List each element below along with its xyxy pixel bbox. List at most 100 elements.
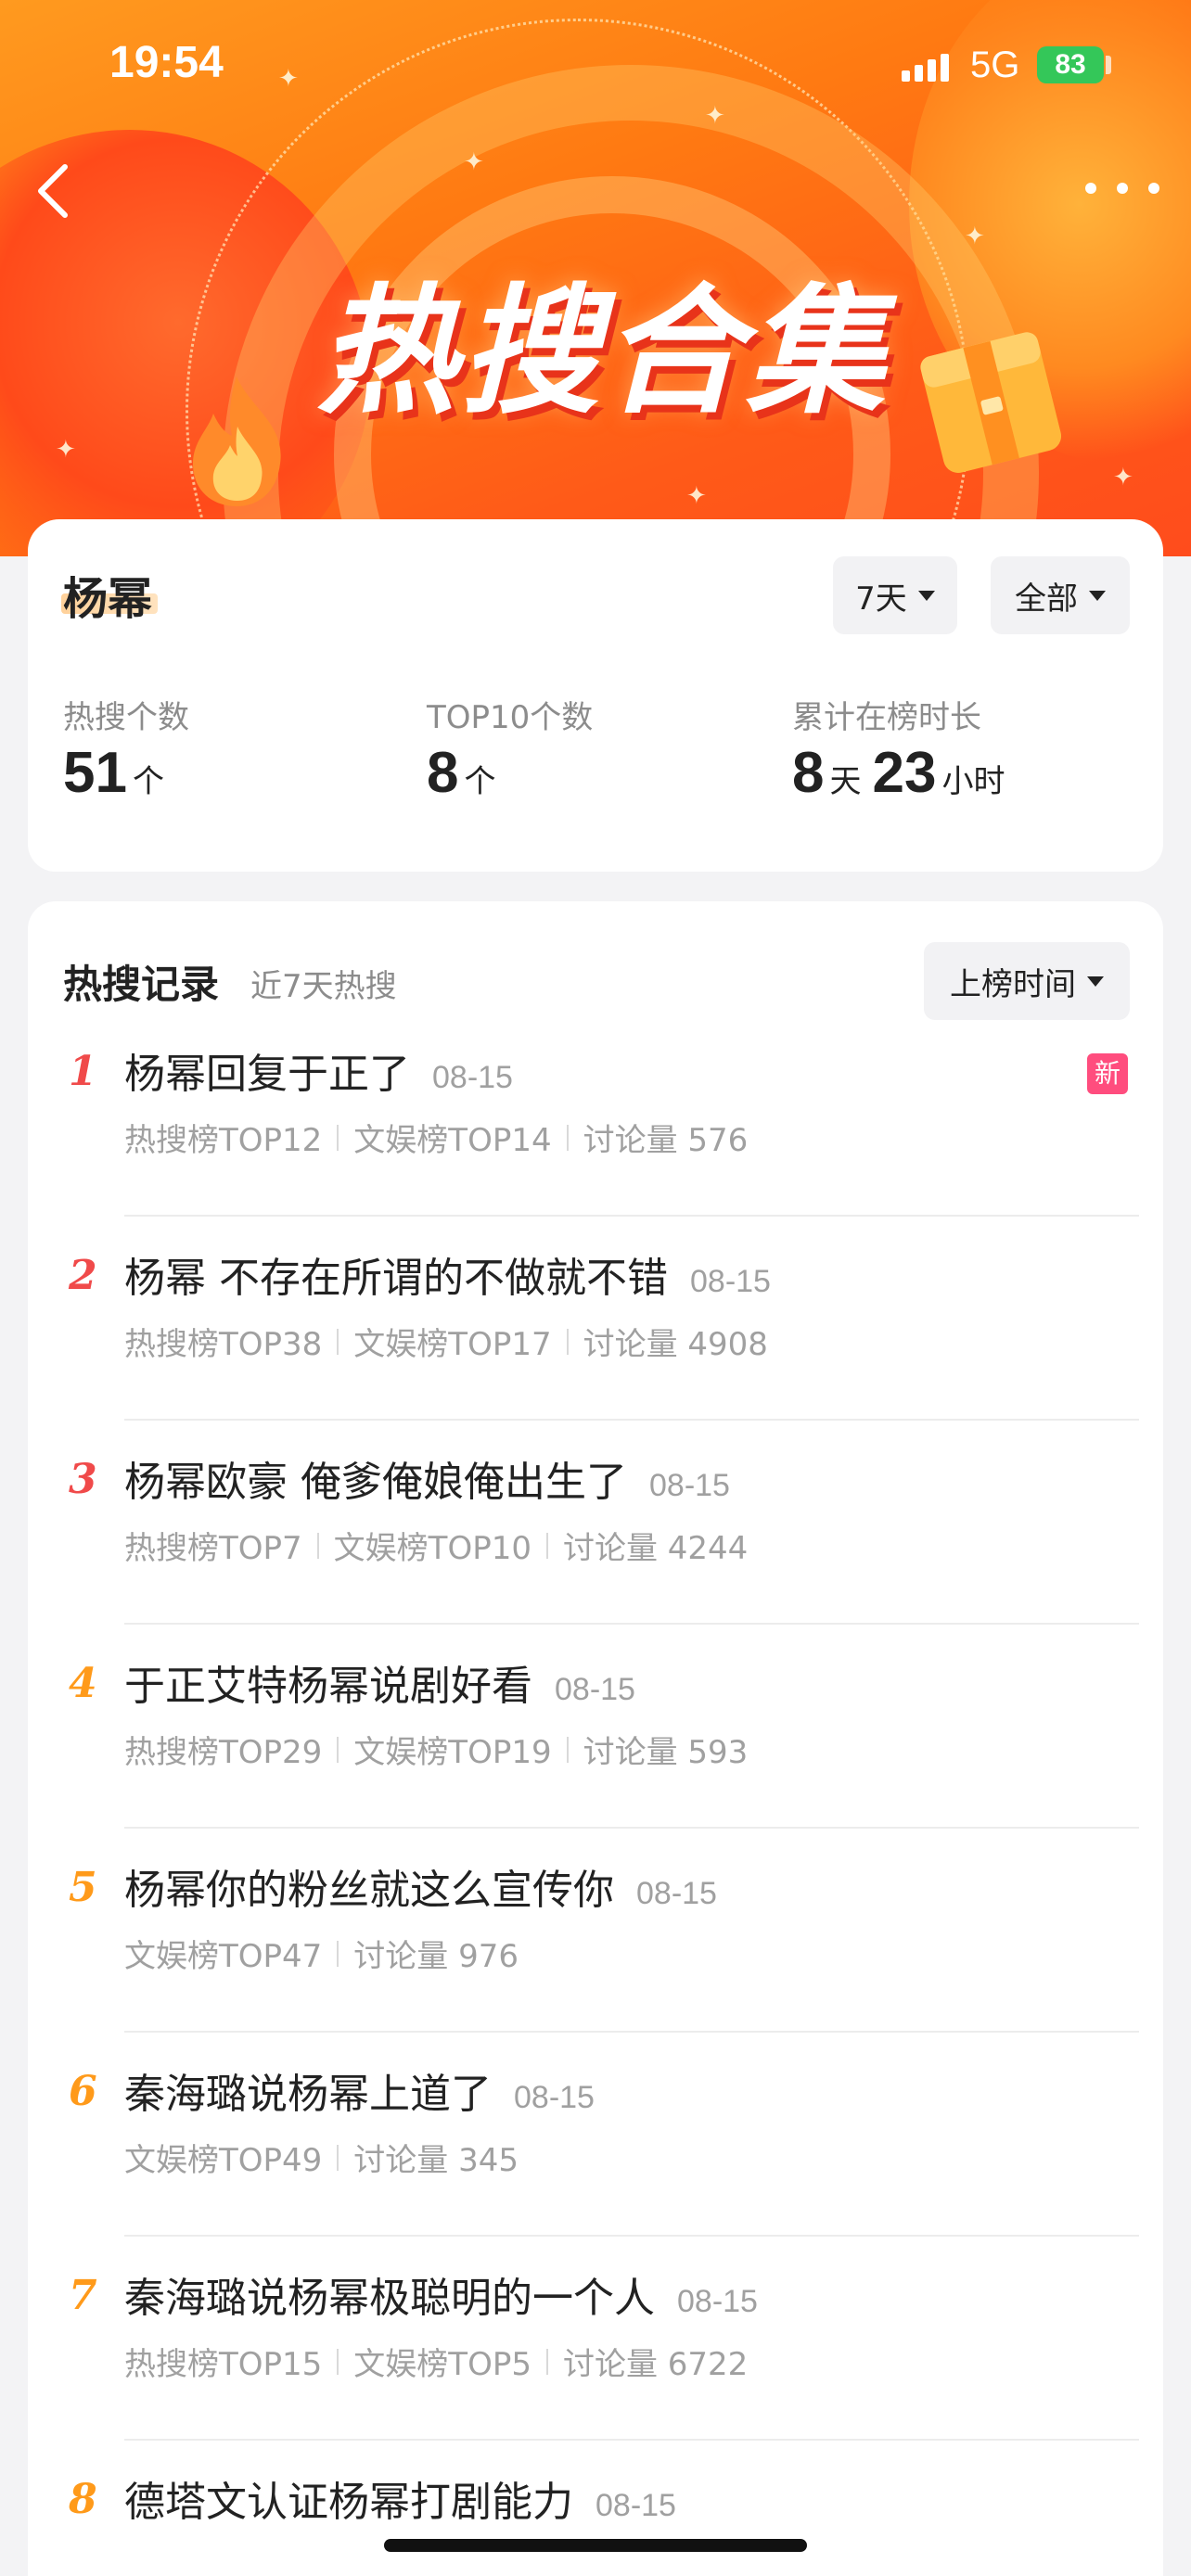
page: ✦ ✦ ✦ ✦ ✦ ✦ ✦ 热搜合集 19:54 5G 83 杨幂 7天 全部 … xyxy=(0,0,1191,2576)
record-title: 杨幂 不存在所谓的不做就不错 xyxy=(124,1255,668,1302)
record-title: 杨幂回复于正了 xyxy=(124,1051,410,1098)
stat-label-duration: 累计在榜时长 xyxy=(792,699,981,736)
scope-dropdown[interactable]: 全部 xyxy=(991,556,1130,634)
record-item[interactable]: 8 德塔文认证杨幂打剧能力 08-15 xyxy=(28,2441,1163,2576)
record-meta-item: 文娱榜TOP5 xyxy=(353,2346,531,2383)
record-date: 08-15 xyxy=(555,1672,635,1707)
record-item[interactable]: 5 杨幂你的粉丝就这么宣传你 08-15 文娱榜TOP47 讨论量 976 xyxy=(28,1829,1163,2033)
record-date: 08-15 xyxy=(649,1468,730,1503)
stat-number: 51 xyxy=(63,741,127,805)
battery-icon: 83 xyxy=(1037,46,1104,83)
stat-value-top10: 8 个 xyxy=(427,740,506,814)
record-item[interactable]: 2 杨幂 不存在所谓的不做就不错 08-15 热搜榜TOP38 文娱榜TOP17 讨论量 … xyxy=(28,1217,1163,1421)
record-title-row: 杨幂欧豪 俺爹俺娘俺出生了 08-15 xyxy=(124,1448,730,1508)
record-rank: 1 xyxy=(69,1048,97,1095)
record-meta-item: 热搜榜TOP29 xyxy=(124,1734,323,1771)
meta-separator xyxy=(337,1940,339,1967)
stat-label-count: 热搜个数 xyxy=(63,699,189,736)
record-meta: 热搜榜TOP12 文娱榜TOP14 讨论量 576 xyxy=(124,1115,748,1160)
scope-label: 全部 xyxy=(1015,580,1078,618)
signal-icon xyxy=(902,48,957,82)
more-button[interactable] xyxy=(1085,165,1159,211)
caret-down-icon xyxy=(1087,976,1104,987)
sparkle-icon: ✦ xyxy=(965,223,985,250)
record-meta: 文娱榜TOP49 讨论量 345 xyxy=(124,2135,519,2180)
record-rank: 2 xyxy=(69,1252,97,1299)
meta-separator xyxy=(545,1532,548,1559)
meta-separator xyxy=(337,2348,339,2375)
record-title-row: 杨幂回复于正了 08-15 xyxy=(124,1040,513,1100)
record-meta-item: 文娱榜TOP17 xyxy=(353,1326,552,1363)
period-dropdown[interactable]: 7天 xyxy=(833,556,957,634)
more-dots-icon xyxy=(1085,183,1096,194)
record-meta-item: 文娱榜TOP14 xyxy=(353,1122,552,1159)
sort-dropdown[interactable]: 上榜时间 xyxy=(924,942,1130,1020)
record-title: 于正艾特杨幂说剧好看 xyxy=(124,1663,532,1710)
stat-value-duration: 8 天 23 小时 xyxy=(792,740,1016,814)
stat-unit: 个 xyxy=(132,763,164,800)
record-meta-item: 讨论量 976 xyxy=(353,1938,519,1975)
network-label: 5G xyxy=(970,45,1020,85)
meta-separator xyxy=(337,1328,339,1355)
sort-label: 上榜时间 xyxy=(950,965,1076,1003)
record-title: 秦海璐说杨幂上道了 xyxy=(124,2071,492,2118)
record-rank: 6 xyxy=(69,2068,97,2115)
record-item[interactable]: 1 杨幂回复于正了 08-15 热搜榜TOP12 文娱榜TOP14 讨论量 576 新 xyxy=(28,1013,1163,1217)
meta-separator xyxy=(316,1532,319,1559)
record-meta-item: 热搜榜TOP12 xyxy=(124,1122,323,1159)
record-date: 08-15 xyxy=(514,2080,595,2115)
record-meta-item: 讨论量 345 xyxy=(353,2142,519,2179)
record-date: 08-15 xyxy=(636,1876,717,1911)
record-meta: 热搜榜TOP15 文娱榜TOP5 讨论量 6722 xyxy=(124,2339,748,2384)
record-title-row: 杨幂你的粉丝就这么宣传你 08-15 xyxy=(124,1856,717,1916)
meta-separator xyxy=(566,1124,569,1151)
record-rank: 3 xyxy=(69,1456,97,1503)
record-item[interactable]: 6 秦海璐说杨幂上道了 08-15 文娱榜TOP49 讨论量 345 xyxy=(28,2033,1163,2237)
record-meta: 热搜榜TOP7 文娱榜TOP10 讨论量 4244 xyxy=(124,1523,748,1568)
record-meta: 热搜榜TOP29 文娱榜TOP19 讨论量 593 xyxy=(124,1727,748,1772)
record-meta: 热搜榜TOP38 文娱榜TOP17 讨论量 4908 xyxy=(124,1319,768,1364)
record-rank: 8 xyxy=(69,2476,97,2523)
meta-separator xyxy=(566,1328,569,1355)
sparkle-icon: ✦ xyxy=(686,482,707,510)
record-date: 08-15 xyxy=(690,1264,771,1299)
meta-separator xyxy=(337,2144,339,2171)
record-meta-item: 讨论量 4908 xyxy=(583,1326,768,1363)
section-subtitle: 近7天热搜 xyxy=(250,968,397,1005)
stat-number: 8 xyxy=(427,741,459,805)
record-title: 德塔文认证杨幂打剧能力 xyxy=(124,2479,573,2526)
hero-title: 热搜合集 xyxy=(316,272,889,433)
sparkle-icon: ✦ xyxy=(1113,464,1133,491)
record-rank: 5 xyxy=(69,1864,97,1911)
record-date: 08-15 xyxy=(432,1060,513,1095)
record-meta-item: 文娱榜TOP19 xyxy=(353,1734,552,1771)
meta-separator xyxy=(337,1124,339,1151)
record-title-row: 德塔文认证杨幂打剧能力 08-15 xyxy=(124,2468,676,2528)
section-title: 热搜记录 xyxy=(63,962,220,1007)
stat-unit: 个 xyxy=(464,763,496,800)
record-title: 秦海璐说杨幂极聪明的一个人 xyxy=(124,2275,655,2322)
record-meta-item: 热搜榜TOP38 xyxy=(124,1326,323,1363)
person-name: 杨幂 xyxy=(63,573,153,625)
stat-number-days: 8 xyxy=(792,741,825,805)
stat-value-count: 51 个 xyxy=(63,740,175,814)
record-title: 杨幂你的粉丝就这么宣传你 xyxy=(124,1867,614,1914)
record-meta-item: 讨论量 4244 xyxy=(562,1530,749,1567)
home-indicator[interactable] xyxy=(384,2539,807,2552)
battery-tip xyxy=(1106,56,1111,74)
record-rank: 4 xyxy=(69,1660,97,1707)
record-date: 08-15 xyxy=(596,2488,676,2523)
record-meta-item: 热搜榜TOP7 xyxy=(124,1530,302,1567)
record-item[interactable]: 4 于正艾特杨幂说剧好看 08-15 热搜榜TOP29 文娱榜TOP19 讨论量 593 xyxy=(28,1625,1163,1829)
record-meta-item: 热搜榜TOP15 xyxy=(124,2346,323,2383)
status-time: 19:54 xyxy=(109,38,224,87)
box-icon xyxy=(920,332,1062,473)
caret-down-icon xyxy=(1089,590,1106,601)
record-item[interactable]: 7 秦海璐说杨幂极聪明的一个人 08-15 热搜榜TOP15 文娱榜TOP5 讨论量 67… xyxy=(28,2237,1163,2441)
more-dots-icon xyxy=(1148,183,1159,194)
record-title-row: 于正艾特杨幂说剧好看 08-15 xyxy=(124,1652,635,1712)
back-button[interactable] xyxy=(28,158,93,223)
record-meta-item: 文娱榜TOP49 xyxy=(124,2142,323,2179)
stat-number-hours: 23 xyxy=(872,741,937,805)
record-item[interactable]: 3 杨幂欧豪 俺爹俺娘俺出生了 08-15 热搜榜TOP7 文娱榜TOP10 讨论量 42… xyxy=(28,1421,1163,1625)
